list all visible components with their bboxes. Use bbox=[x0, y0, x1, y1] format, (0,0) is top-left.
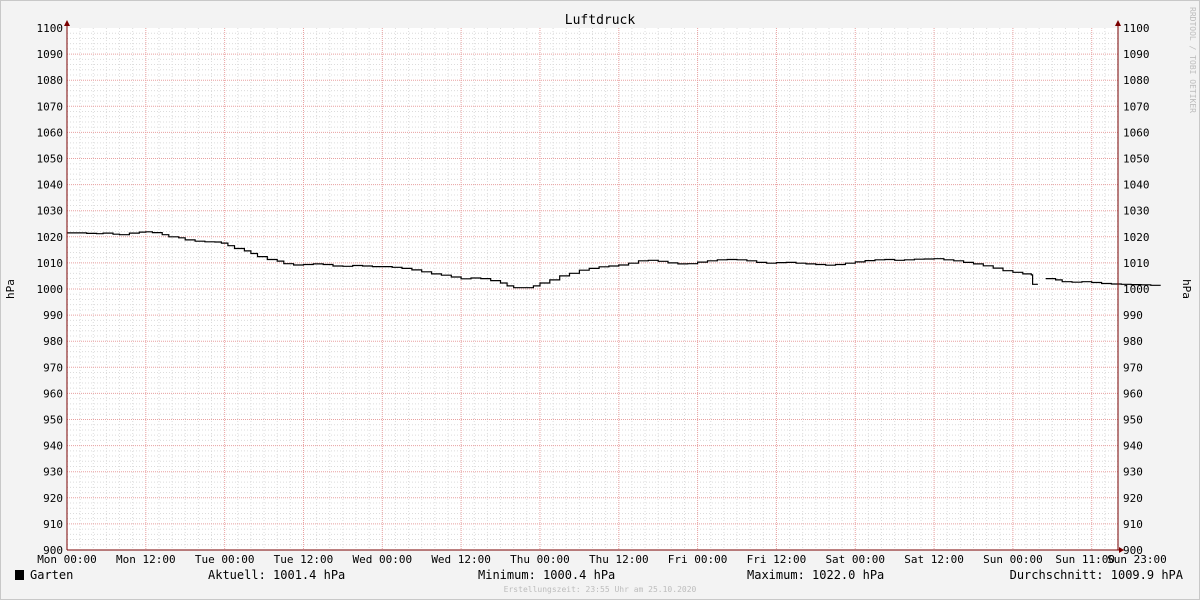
y-tick-label: 1070 bbox=[1123, 100, 1150, 113]
legend-current: Aktuell: 1001.4 hPa bbox=[208, 568, 345, 582]
y-tick-label: 910 bbox=[43, 518, 63, 531]
x-tick-label: Sun 00:00 bbox=[983, 553, 1043, 566]
y-tick-label: 1080 bbox=[37, 74, 64, 87]
legend-minimum: Minimum: 1000.4 hPa bbox=[478, 568, 615, 582]
y-tick-label: 1090 bbox=[1123, 48, 1150, 61]
y-tick-label: 930 bbox=[1123, 466, 1143, 479]
x-tick-label: Fri 00:00 bbox=[668, 553, 728, 566]
y-tick-label: 1050 bbox=[1123, 153, 1150, 166]
y-tick-label: 1060 bbox=[37, 126, 64, 139]
y-tick-label: 1080 bbox=[1123, 74, 1150, 87]
y-tick-label: 940 bbox=[1123, 440, 1143, 453]
y-tick-label: 1100 bbox=[37, 22, 64, 35]
y-axis-label-left: hPa bbox=[4, 279, 17, 299]
x-tick-label: Sun 11:00 bbox=[1055, 553, 1115, 566]
y-tick-label: 990 bbox=[43, 309, 63, 322]
y-tick-label: 1020 bbox=[37, 231, 64, 244]
x-tick-label: Sat 12:00 bbox=[904, 553, 964, 566]
y-tick-label: 1040 bbox=[37, 179, 64, 192]
x-tick-label: Wed 12:00 bbox=[431, 553, 491, 566]
rrdtool-watermark: RRDTOOL / TOBI OETIKER bbox=[1188, 7, 1197, 113]
y-tick-label: 920 bbox=[1123, 492, 1143, 505]
y-tick-label: 1100 bbox=[1123, 22, 1150, 35]
y-axis-label-right: hPa bbox=[1180, 279, 1193, 299]
y-tick-label: 990 bbox=[1123, 309, 1143, 322]
y-tick-label: 1020 bbox=[1123, 231, 1150, 244]
y-tick-label: 920 bbox=[43, 492, 63, 505]
x-tick-label: Wed 00:00 bbox=[352, 553, 412, 566]
x-tick-label: Tue 00:00 bbox=[195, 553, 255, 566]
legend-average: Durchschnitt: 1009.9 hPA bbox=[1010, 568, 1184, 582]
y-tick-label: 1070 bbox=[37, 100, 64, 113]
chart-canvas: Luftdruck 900910920930940950960970980990… bbox=[0, 0, 1200, 600]
y-tick-label: 960 bbox=[43, 387, 63, 400]
y-tick-label: 950 bbox=[1123, 414, 1143, 427]
y-tick-label: 980 bbox=[1123, 335, 1143, 348]
y-tick-label: 1030 bbox=[1123, 205, 1150, 218]
legend-series-name: Garten bbox=[30, 568, 73, 582]
y-tick-label: 1010 bbox=[1123, 257, 1150, 270]
y-tick-label: 910 bbox=[1123, 518, 1143, 531]
x-tick-label: Sat 00:00 bbox=[825, 553, 885, 566]
creation-time: Erstellungszeit: 23:55 Uhr am 25.10.2020 bbox=[504, 585, 697, 594]
chart-title: Luftdruck bbox=[565, 13, 636, 28]
y-tick-label: 1090 bbox=[37, 48, 64, 61]
y-tick-label: 1040 bbox=[1123, 179, 1150, 192]
x-tick-label: Fri 12:00 bbox=[747, 553, 807, 566]
y-tick-label: 930 bbox=[43, 466, 63, 479]
y-tick-label: 940 bbox=[43, 440, 63, 453]
x-tick-label: Thu 12:00 bbox=[589, 553, 649, 566]
x-tick-label: Mon 00:00 bbox=[37, 553, 97, 566]
y-tick-label: 1000 bbox=[37, 283, 64, 296]
y-tick-label: 1060 bbox=[1123, 126, 1150, 139]
x-tick-label: Tue 12:00 bbox=[274, 553, 334, 566]
x-tick-label: Thu 00:00 bbox=[510, 553, 570, 566]
y-tick-label: 1050 bbox=[37, 153, 64, 166]
legend-maximum: Maximum: 1022.0 hPa bbox=[747, 568, 884, 582]
y-tick-label: 1030 bbox=[37, 205, 64, 218]
legend-swatch bbox=[15, 570, 24, 580]
y-tick-label: 960 bbox=[1123, 387, 1143, 400]
y-tick-label: 970 bbox=[43, 361, 63, 374]
y-tick-label: 970 bbox=[1123, 361, 1143, 374]
y-tick-label: 1000 bbox=[1123, 283, 1150, 296]
y-tick-label: 1010 bbox=[37, 257, 64, 270]
y-tick-label: 950 bbox=[43, 414, 63, 427]
x-tick-label: Sun 23:00 bbox=[1107, 553, 1167, 566]
y-tick-label: 980 bbox=[43, 335, 63, 348]
x-tick-label: Mon 12:00 bbox=[116, 553, 176, 566]
x-tick-labels: Mon 00:00 Mon 12:00 Tue 00:00 Tue 12:00 Wed … bbox=[37, 553, 1167, 566]
